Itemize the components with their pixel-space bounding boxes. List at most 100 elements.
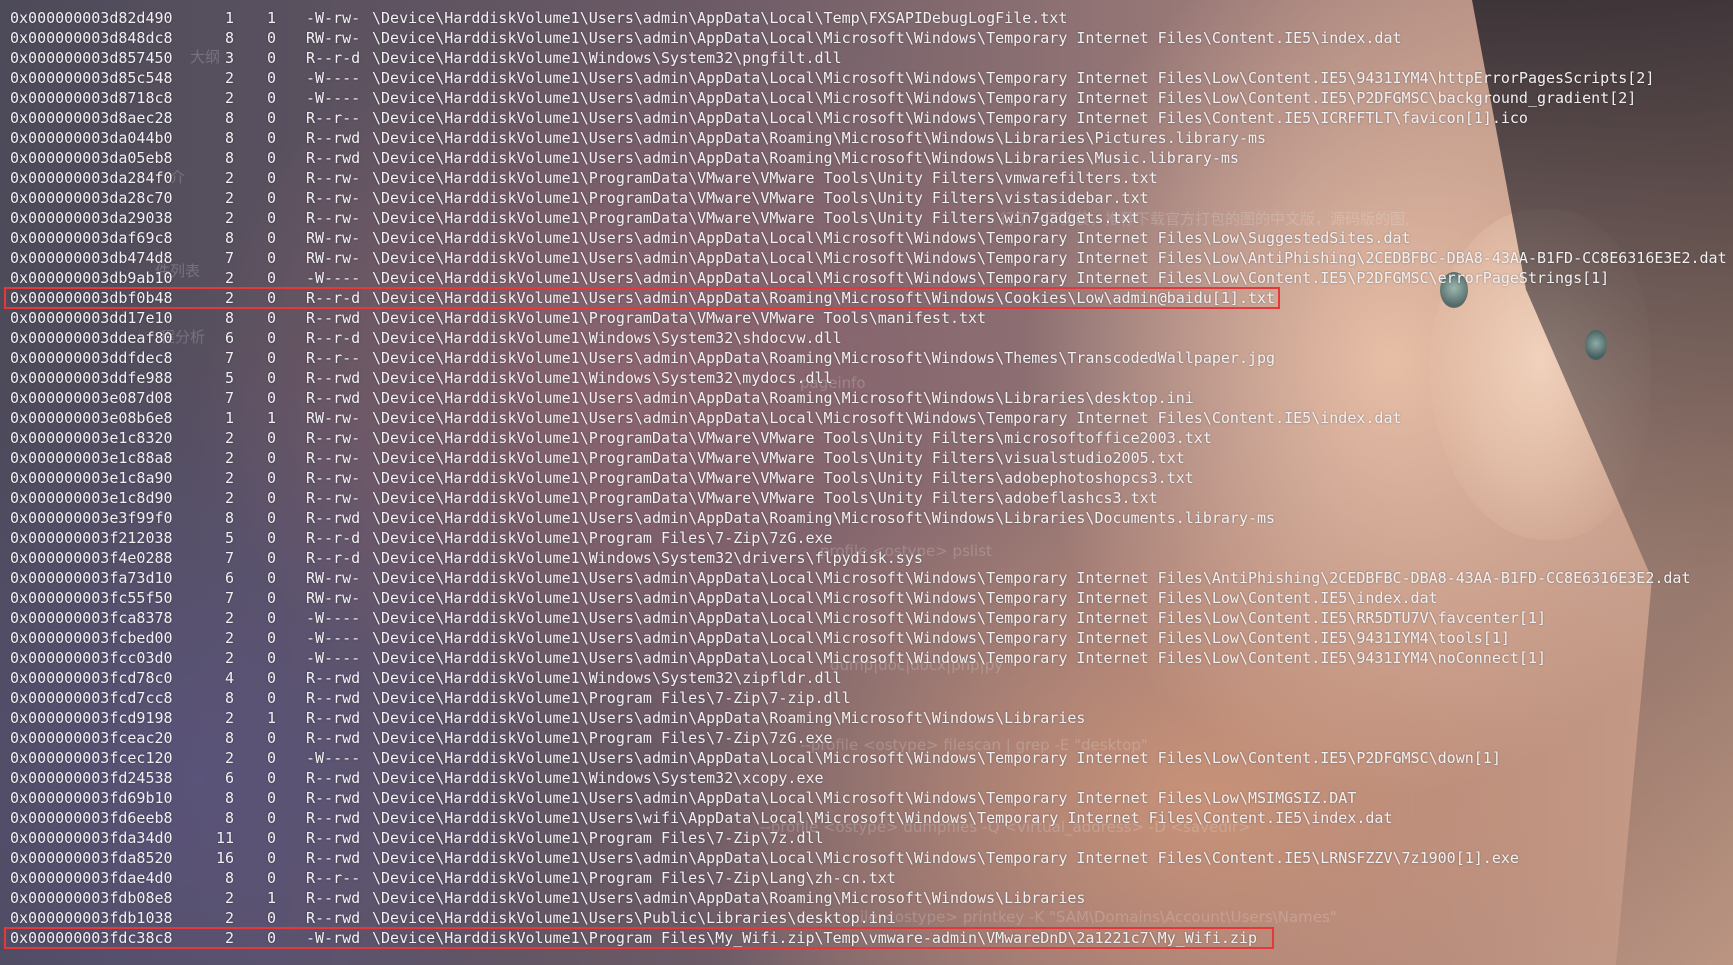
handle-count-cell: 0: [266, 729, 276, 747]
file-row[interactable]: 0x000000003fca8378 2 0 -W---- \Device\Harddi…: [0, 608, 1733, 628]
file-path-cell: \Device\HarddiskVolume1\ProgramData\VMwa…: [372, 209, 1140, 227]
file-path-cell: \Device\HarddiskVolume1\Windows\System32…: [372, 369, 833, 387]
file-row[interactable]: 0x000000003ddeaf80 6 0 R--r-d \Device\Harddi…: [0, 328, 1733, 348]
offset-cell: 0x000000003dbf0b48: [10, 289, 173, 307]
file-row[interactable]: 0x000000003d82d490 1 1 -W-rw- \Device\Harddi…: [0, 8, 1733, 28]
offset-cell: 0x000000003e08b6e8: [10, 409, 173, 427]
file-row[interactable]: 0x000000003da28c70 2 0 R--rw- \Device\Harddi…: [0, 188, 1733, 208]
file-row[interactable]: 0x000000003e3f99f0 8 0 R--rwd \Device\Harddi…: [0, 508, 1733, 528]
file-row[interactable]: 0x000000003fa73d10 6 0 RW-rw- \Device\Harddi…: [0, 568, 1733, 588]
file-path-cell: \Device\HarddiskVolume1\Program Files\7-…: [372, 529, 833, 547]
file-row[interactable]: 0x000000003fdae4d0 8 0 R--r-- \Device\Harddi…: [0, 868, 1733, 888]
file-row[interactable]: 0x000000003fceac20 8 0 R--rwd \Device\Harddi…: [0, 728, 1733, 748]
handle-count-cell: 0: [266, 589, 276, 607]
file-path-cell: \Device\HarddiskVolume1\Users\admin\AppD…: [372, 229, 1411, 247]
file-row[interactable]: 0x000000003e08b6e8 1 1 RW-rw- \Device\Harddi…: [0, 408, 1733, 428]
pointer-count-cell: 8: [224, 809, 234, 827]
file-row[interactable]: 0x000000003fd24538 6 0 R--rwd \Device\Harddi…: [0, 768, 1733, 788]
pointer-count-cell: 8: [224, 129, 234, 147]
file-row[interactable]: 0x000000003dd17e10 8 0 R--rwd \Device\Harddi…: [0, 308, 1733, 328]
file-row[interactable]: 0x000000003e1c8a90 2 0 R--rw- \Device\Harddi…: [0, 468, 1733, 488]
file-row[interactable]: 0x000000003d848dc8 8 0 RW-rw- \Device\Harddi…: [0, 28, 1733, 48]
file-row[interactable]: 0x000000003fda8520 16 0 R--rwd \Device\Hardd…: [0, 848, 1733, 868]
file-row[interactable]: 0x000000003d8718c8 2 0 -W---- \Device\Harddi…: [0, 88, 1733, 108]
file-path-cell: \Device\HarddiskVolume1\ProgramData\VMwa…: [372, 169, 1158, 187]
file-row[interactable]: 0x000000003db9ab10 2 0 -W---- \Device\Harddi…: [0, 268, 1733, 288]
file-row[interactable]: 0x000000003fcd9198 2 1 R--rwd \Device\Harddi…: [0, 708, 1733, 728]
pointer-count-cell: 2: [224, 449, 234, 467]
offset-cell: 0x000000003fdb1038: [10, 909, 173, 927]
file-row[interactable]: 0x000000003d8aec28 8 0 R--r-- \Device\Harddi…: [0, 108, 1733, 128]
file-path-cell: \Device\HarddiskVolume1\Program Files\7-…: [372, 689, 851, 707]
handle-count-cell: 0: [266, 769, 276, 787]
access-flags-cell: -W-rw-: [306, 9, 361, 27]
pointer-count-cell: 2: [224, 469, 234, 487]
access-flags-cell: R--rwd: [306, 769, 361, 787]
file-row[interactable]: 0x000000003ddfdec8 7 0 R--r-- \Device\Harddi…: [0, 348, 1733, 368]
file-path-cell: \Device\HarddiskVolume1\Program Files\7-…: [372, 869, 896, 887]
file-row[interactable]: 0x000000003da05eb8 8 0 R--rwd \Device\Harddi…: [0, 148, 1733, 168]
pointer-count-cell: 1: [224, 9, 234, 27]
file-row[interactable]: 0x000000003f4e0288 7 0 R--r-d \Device\Harddi…: [0, 548, 1733, 568]
offset-cell: 0x000000003e1c8320: [10, 429, 173, 447]
offset-cell: 0x000000003d8718c8: [10, 89, 173, 107]
file-row[interactable]: 0x000000003da044b0 8 0 R--rwd \Device\Harddi…: [0, 128, 1733, 148]
offset-cell: 0x000000003da284f0: [10, 169, 173, 187]
access-flags-cell: R--rwd: [306, 389, 361, 407]
file-row[interactable]: 0x000000003fd6eeb8 8 0 R--rwd \Device\Harddi…: [0, 808, 1733, 828]
pointer-count-cell: 8: [224, 149, 234, 167]
file-row[interactable]: 0x000000003f212038 5 0 R--r-d \Device\Harddi…: [0, 528, 1733, 548]
file-row[interactable]: 0x000000003fcbed00 2 0 -W---- \Device\Harddi…: [0, 628, 1733, 648]
access-flags-cell: -W----: [306, 269, 361, 287]
handle-count-cell: 1: [266, 889, 276, 907]
file-row[interactable]: 0x000000003da29038 2 0 R--rw- \Device\Harddi…: [0, 208, 1733, 228]
handle-count-cell: 0: [266, 109, 276, 127]
handle-count-cell: 0: [266, 789, 276, 807]
file-row[interactable]: 0x000000003fda34d0 11 0 R--rwd \Device\Hardd…: [0, 828, 1733, 848]
file-row[interactable]: 0x000000003e087d08 7 0 R--rwd \Device\Harddi…: [0, 388, 1733, 408]
pointer-count-cell: 6: [224, 769, 234, 787]
file-row[interactable]: 0x000000003fdb08e8 2 1 R--rwd \Device\Harddi…: [0, 888, 1733, 908]
highlighted-file-row[interactable]: 0x000000003dbf0b48 2 0 R--r-d \Device\Harddi…: [0, 287, 1733, 309]
pointer-count-cell: 2: [224, 609, 234, 627]
pointer-count-cell: 2: [224, 709, 234, 727]
access-flags-cell: R--rw-: [306, 189, 361, 207]
file-path-cell: \Device\HarddiskVolume1\Users\admin\AppD…: [372, 589, 1438, 607]
file-path-cell: \Device\HarddiskVolume1\Users\admin\AppD…: [372, 89, 1637, 107]
file-row[interactable]: 0x000000003d85c548 2 0 -W---- \Device\Harddi…: [0, 68, 1733, 88]
file-path-cell: \Device\HarddiskVolume1\Windows\System32…: [372, 769, 824, 787]
handle-count-cell: 0: [266, 569, 276, 587]
file-row[interactable]: 0x000000003fdb1038 2 0 R--rwd \Device\Harddi…: [0, 908, 1733, 928]
file-path-cell: \Device\HarddiskVolume1\Program Files\My…: [372, 929, 1258, 947]
offset-cell: 0x000000003daf69c8: [10, 229, 173, 247]
file-path-cell: \Device\HarddiskVolume1\Windows\System32…: [372, 549, 923, 567]
pointer-count-cell: 2: [224, 629, 234, 647]
file-row[interactable]: 0x000000003fc55f50 7 0 RW-rw- \Device\Harddi…: [0, 588, 1733, 608]
access-flags-cell: R--r-d: [306, 289, 361, 307]
terminal-output[interactable]: 0x000000003d82d490 1 1 -W-rw- \Device\Harddi…: [0, 0, 1733, 949]
access-flags-cell: -W-rwd: [306, 929, 361, 947]
file-row[interactable]: 0x000000003daf69c8 8 0 RW-rw- \Device\Harddi…: [0, 228, 1733, 248]
file-row[interactable]: 0x000000003fd69b10 8 0 R--rwd \Device\Harddi…: [0, 788, 1733, 808]
highlighted-file-row[interactable]: 0x000000003fdc38c8 2 0 -W-rwd \Device\Harddi…: [0, 927, 1733, 949]
file-path-cell: \Device\HarddiskVolume1\Users\admin\AppD…: [372, 649, 1546, 667]
file-row[interactable]: 0x000000003e1c8320 2 0 R--rw- \Device\Harddi…: [0, 428, 1733, 448]
file-row[interactable]: 0x000000003fcec120 2 0 -W---- \Device\Harddi…: [0, 748, 1733, 768]
file-row[interactable]: 0x000000003e1c88a8 2 0 R--rw- \Device\Harddi…: [0, 448, 1733, 468]
file-row[interactable]: 0x000000003da284f0 2 0 R--rw- \Device\Harddi…: [0, 168, 1733, 188]
file-row[interactable]: 0x000000003e1c8d90 2 0 R--rw- \Device\Harddi…: [0, 488, 1733, 508]
offset-cell: 0x000000003fca8378: [10, 609, 173, 627]
file-row[interactable]: 0x000000003fcc03d0 2 0 -W---- \Device\Harddi…: [0, 648, 1733, 668]
file-row[interactable]: 0x000000003ddfe988 5 0 R--rwd \Device\Harddi…: [0, 368, 1733, 388]
pointer-count-cell: 7: [224, 349, 234, 367]
access-flags-cell: R--rw-: [306, 429, 361, 447]
file-row[interactable]: 0x000000003fcd78c0 4 0 R--rwd \Device\Harddi…: [0, 668, 1733, 688]
file-row[interactable]: 0x000000003d857450 3 0 R--r-d \Device\Harddi…: [0, 48, 1733, 68]
access-flags-cell: R--rw-: [306, 449, 361, 467]
file-row[interactable]: 0x000000003db474d8 7 0 RW-rw- \Device\Harddi…: [0, 248, 1733, 268]
pointer-count-cell: 7: [224, 549, 234, 567]
file-path-cell: \Device\HarddiskVolume1\Windows\System32…: [372, 329, 842, 347]
file-row[interactable]: 0x000000003fcd7cc8 8 0 R--rwd \Device\Harddi…: [0, 688, 1733, 708]
pointer-count-cell: 2: [224, 889, 234, 907]
file-path-cell: \Device\HarddiskVolume1\Users\Public\Lib…: [372, 909, 896, 927]
